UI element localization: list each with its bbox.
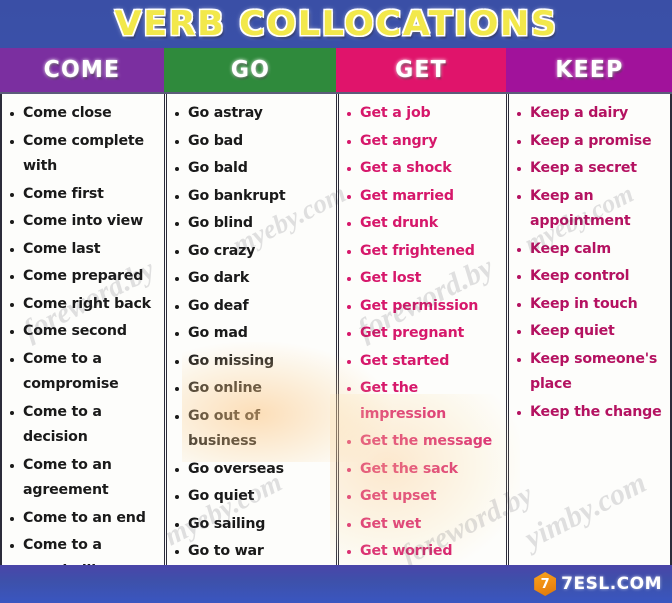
list-come: Come close Come complete with Come first Co…: [8, 101, 160, 565]
list-item: Keep an appointment: [515, 184, 666, 235]
poster-footer: 7 7ESL.COM: [0, 565, 672, 603]
column-header-get: GET: [336, 48, 506, 92]
list-item: Go bad: [173, 129, 332, 155]
list-item: Come into view: [8, 209, 160, 235]
list-item: Get worried: [345, 539, 502, 565]
list-item: Come second: [8, 319, 160, 345]
list-item: Come to a compromise: [8, 347, 160, 398]
list-item: Get upset: [345, 484, 502, 510]
column-header-go: GO: [164, 48, 336, 92]
column-header-get-label: GET: [395, 57, 447, 83]
list-item: Get a shock: [345, 156, 502, 182]
hexagon-logo-icon: 7: [534, 572, 557, 596]
list-item: Come to an end: [8, 506, 160, 532]
brand-name: 7ESL.COM: [561, 574, 662, 594]
page-title: VERB COLLOCATIONS: [114, 4, 558, 44]
list-item: Get the sack: [345, 457, 502, 483]
list-item: Keep a secret: [515, 156, 666, 182]
list-item: Go overseas: [173, 457, 332, 483]
list-item: Keep calm: [515, 237, 666, 263]
column-header-come: COME: [0, 48, 164, 92]
list-item: Go missing: [173, 349, 332, 375]
list-item: Come prepared: [8, 264, 160, 290]
list-item: Keep in touch: [515, 292, 666, 318]
list-item: Go out of business: [173, 404, 332, 455]
column-come: Come close Come complete with Come first Co…: [0, 94, 164, 565]
list-item: Go crazy: [173, 239, 332, 265]
list-item: Get drunk: [345, 211, 502, 237]
list-item: Come first: [8, 182, 160, 208]
list-item: Go bald: [173, 156, 332, 182]
list-item: Keep quiet: [515, 319, 666, 345]
list-item: Get the impression: [345, 376, 502, 427]
list-item: Keep control: [515, 264, 666, 290]
list-item: Get permission: [345, 294, 502, 320]
list-item: Get married: [345, 184, 502, 210]
column-header-keep-label: KEEP: [554, 57, 624, 83]
list-item: Get lost: [345, 266, 502, 292]
list-item: Get angry: [345, 129, 502, 155]
list-item: Go quiet: [173, 484, 332, 510]
list-item: Go blind: [173, 211, 332, 237]
list-item: Keep someone's place: [515, 347, 666, 398]
list-item: Keep the change: [515, 400, 666, 426]
list-item: Go mad: [173, 321, 332, 347]
list-item: Go sailing: [173, 512, 332, 538]
list-item: Come complete with: [8, 129, 160, 180]
list-go: Go astray Go bad Go bald Go bankrupt Go blin…: [173, 101, 332, 565]
list-get: Get a job Get angry Get a shock Get married…: [345, 101, 502, 565]
list-item: Go online: [173, 376, 332, 402]
list-item: Come to a standstill: [8, 533, 160, 565]
list-item: Go bankrupt: [173, 184, 332, 210]
column-keep: Keep a dairy Keep a promise Keep a secret K…: [506, 94, 672, 565]
list-item: Come to an agreement: [8, 453, 160, 504]
column-header-come-label: COME: [43, 57, 121, 83]
list-keep: Keep a dairy Keep a promise Keep a secret K…: [515, 101, 666, 425]
brand-logo: 7 7ESL.COM: [534, 572, 662, 596]
list-item: Keep a promise: [515, 129, 666, 155]
list-item: Come last: [8, 237, 160, 263]
list-item: Get the message: [345, 429, 502, 455]
column-header-row: COME GO GET KEEP: [0, 48, 672, 92]
list-item: Come to a decision: [8, 400, 160, 451]
list-item: Get a job: [345, 101, 502, 127]
list-item: Come right back: [8, 292, 160, 318]
list-item: Keep a dairy: [515, 101, 666, 127]
verb-collocations-poster: VERB COLLOCATIONS COME GO GET KEEP Come …: [0, 0, 672, 603]
list-item: Go to war: [173, 539, 332, 565]
list-item: Go deaf: [173, 294, 332, 320]
list-item: Go astray: [173, 101, 332, 127]
list-item: Get pregnant: [345, 321, 502, 347]
list-item: Get started: [345, 349, 502, 375]
column-go: Go astray Go bad Go bald Go bankrupt Go blin…: [164, 94, 336, 565]
collocations-table: Come close Come complete with Come first Co…: [0, 92, 672, 574]
column-header-go-label: GO: [230, 57, 270, 83]
list-item: Go dark: [173, 266, 332, 292]
poster-title-band: VERB COLLOCATIONS: [0, 0, 672, 48]
column-get: Get a job Get angry Get a shock Get married…: [336, 94, 506, 565]
list-item: Get wet: [345, 512, 502, 538]
column-header-keep: KEEP: [506, 48, 672, 92]
list-item: Come close: [8, 101, 160, 127]
list-item: Get frightened: [345, 239, 502, 265]
hexagon-logo-digit: 7: [540, 576, 550, 592]
